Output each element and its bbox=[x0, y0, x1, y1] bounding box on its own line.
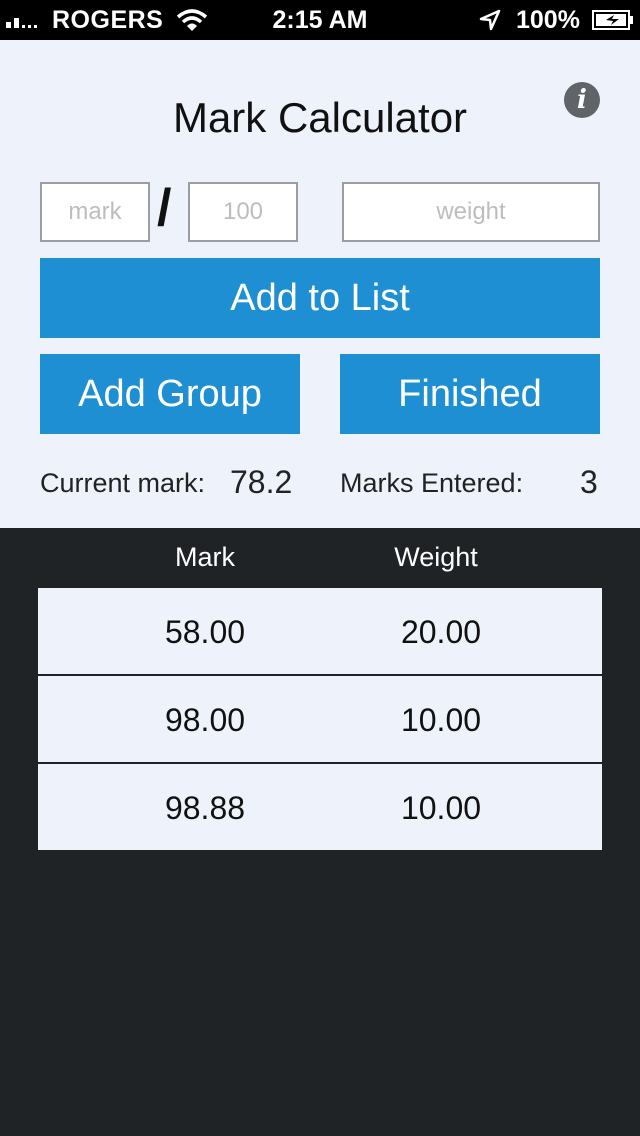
location-icon bbox=[479, 9, 501, 31]
status-bar: ROGERS 2:15 AM 100% bbox=[0, 0, 640, 40]
column-header-mark: Mark bbox=[175, 542, 235, 572]
cell-mark: 98.00 bbox=[164, 702, 246, 738]
marks-entered-value: 3 bbox=[580, 464, 598, 500]
add-group-button[interactable]: Add Group bbox=[40, 354, 300, 434]
page-title: Mark Calculator bbox=[172, 94, 468, 141]
weight-input[interactable] bbox=[342, 182, 600, 242]
current-mark-value: 78.2 bbox=[230, 464, 293, 500]
column-header-weight: Weight bbox=[394, 542, 478, 572]
marks-table: 58.00 20.00 98.00 10.00 98.88 10.00 bbox=[38, 588, 602, 850]
table-row[interactable]: 98.88 10.00 bbox=[38, 764, 602, 850]
cell-weight: 20.00 bbox=[400, 614, 482, 650]
table-row[interactable]: 58.00 20.00 bbox=[38, 588, 602, 676]
info-icon[interactable]: i bbox=[564, 82, 600, 118]
current-mark-label: Current mark: bbox=[40, 468, 206, 498]
battery-percent: 100% bbox=[516, 6, 580, 34]
marks-entered-label: Marks Entered: bbox=[340, 468, 524, 498]
cell-mark: 98.88 bbox=[164, 790, 246, 826]
cell-weight: 10.00 bbox=[400, 702, 482, 738]
separator-slash: / bbox=[157, 179, 172, 237]
total-input[interactable] bbox=[188, 182, 298, 242]
input-panel: Mark Calculator i / Add to List Add Grou… bbox=[0, 40, 640, 528]
table-row[interactable]: 98.00 10.00 bbox=[38, 676, 602, 764]
finished-button[interactable]: Finished bbox=[340, 354, 600, 434]
mark-input[interactable] bbox=[40, 182, 150, 242]
add-to-list-button[interactable]: Add to List bbox=[40, 258, 600, 338]
battery-icon bbox=[592, 10, 633, 30]
cell-weight: 10.00 bbox=[400, 790, 482, 826]
cell-mark: 58.00 bbox=[164, 614, 246, 650]
